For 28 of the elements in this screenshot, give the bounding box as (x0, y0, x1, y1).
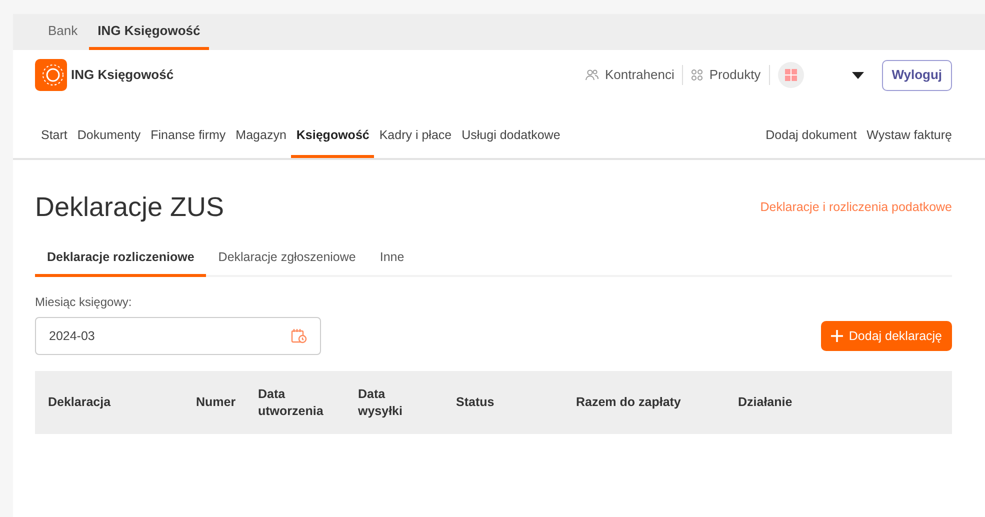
column-header: Działanie (738, 394, 794, 412)
column-header: Data utworzenia (258, 386, 324, 420)
nav-tab[interactable]: Usługi dodatkowe (456, 126, 566, 158)
column-header: Status (456, 394, 496, 412)
page-title: Deklaracje ZUS (35, 191, 224, 224)
column-header: Numer (196, 394, 237, 412)
nav-tab[interactable]: Kadry i płace (374, 126, 457, 158)
nav-action-link[interactable]: Dodaj dokument (756, 126, 857, 158)
nav-tab[interactable]: Start (36, 126, 72, 158)
top-tab[interactable]: ING Księgowość (88, 14, 210, 50)
nav-action-link[interactable]: Wystaw fakturę (856, 126, 952, 158)
nav-tab[interactable]: Magazyn (230, 126, 292, 158)
column-header: Deklaracja (48, 394, 112, 412)
header-link[interactable]: Kontrahenci (576, 65, 682, 85)
app-name: ING Księgowość (71, 66, 174, 84)
declaration-tab[interactable]: Deklaracje rozliczeniowe (35, 248, 206, 278)
declaration-tab[interactable]: Inne (368, 248, 416, 278)
month-field[interactable]: 2024-03 (35, 317, 321, 356)
month-label: Miesiąc księgowy: (35, 294, 133, 312)
header-link[interactable]: Produkty (683, 65, 769, 85)
nav-tab[interactable]: Finanse firmy (146, 126, 231, 158)
column-header: Data wysyłki (358, 386, 404, 420)
top-tab[interactable]: Bank (39, 14, 87, 50)
declaration-tab[interactable]: Deklaracje zgłoszeniowe (206, 248, 368, 278)
column-header: Razem do zapłaty (576, 394, 682, 412)
logout-button[interactable]: Wyloguj (882, 60, 952, 90)
nav-tab[interactable]: Dokumenty (72, 126, 146, 158)
nav-tab[interactable]: Księgowość (291, 126, 374, 158)
